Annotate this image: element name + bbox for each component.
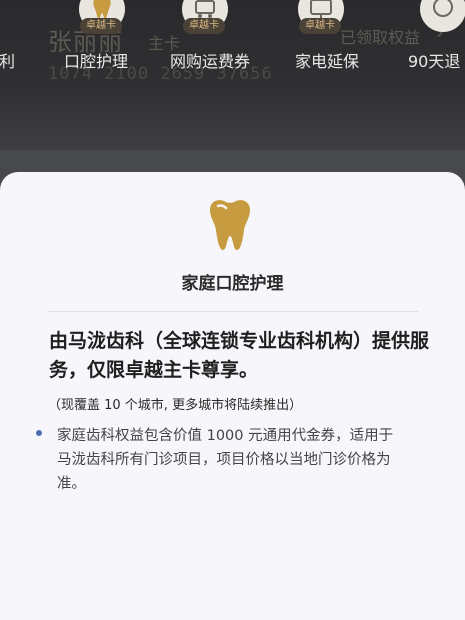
benefit-detail-sheet: 家庭口腔护理 由马泷齿科（全球连锁专业齿科机构）提供服务，仅限卓越主卡尊享。 （…: [0, 172, 465, 620]
benefit-badge: 卓越卡: [299, 18, 341, 34]
divider: [48, 311, 418, 312]
coverage-note: （现覆盖 10 个城市, 更多城市将陆续推出）: [48, 398, 303, 413]
return-icon: [420, 0, 465, 32]
benefit-badge: 卓越卡: [183, 18, 225, 34]
benefit-label: 家电延保: [295, 52, 360, 71]
benefit-strip: 利 卓越卡 口腔护理 卓越卡 网购运费券 卓越卡 家电延保 90天退: [0, 0, 465, 80]
service-headline: 由马泷齿科（全球连锁专业齿科机构）提供服务，仅限卓越主卡尊享。: [49, 330, 430, 381]
benefit-label: 90天退: [408, 52, 461, 71]
modal-title: 家庭口腔护理: [181, 274, 284, 294]
benefit-label: 口腔护理: [64, 52, 129, 71]
benefit-badge: 卓越卡: [80, 18, 122, 34]
benefit-label: 网购运费券: [170, 52, 251, 71]
benefit-description: 家庭齿科权益包含价值 1000 元通用代金券，适用于马泷齿科所有门诊项目，项目价…: [57, 428, 394, 492]
bullet-dot: [36, 430, 42, 436]
benefit-label: 利: [0, 52, 16, 71]
tooth-icon: [200, 196, 260, 254]
